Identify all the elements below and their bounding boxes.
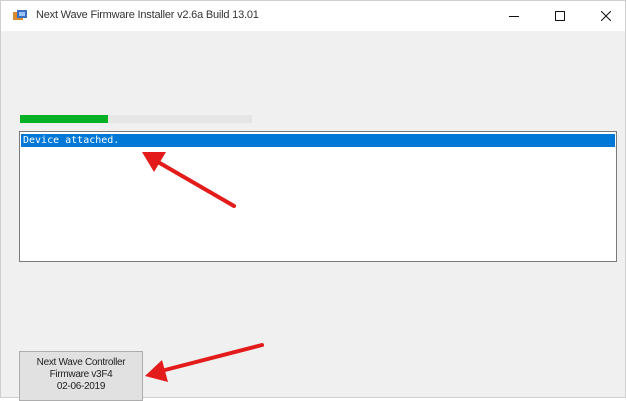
arrow-to-log-item — [142, 152, 236, 208]
arrow-to-firmware-button — [145, 343, 264, 382]
annotation-arrows — [142, 152, 264, 382]
